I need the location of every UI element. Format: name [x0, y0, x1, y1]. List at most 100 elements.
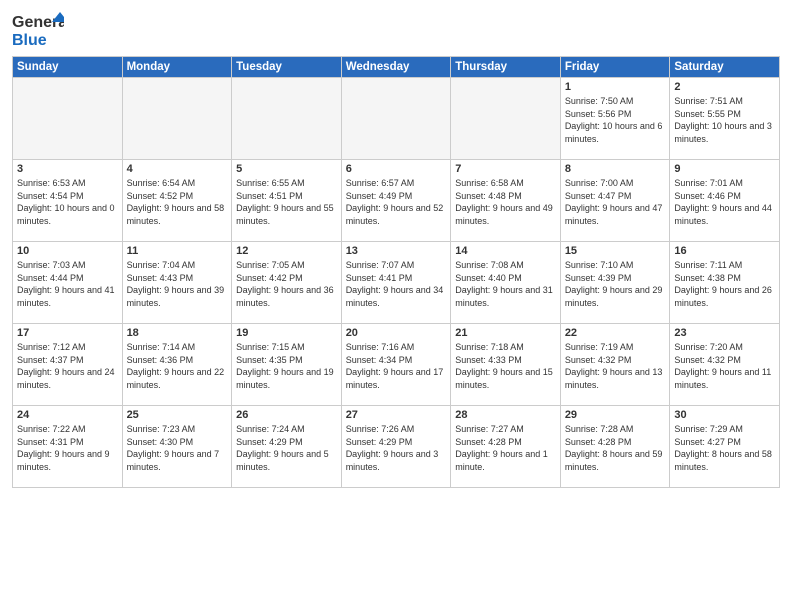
day-cell — [13, 78, 123, 160]
day-cell — [341, 78, 451, 160]
day-cell — [122, 78, 232, 160]
calendar-header-row: SundayMondayTuesdayWednesdayThursdayFrid… — [13, 57, 780, 78]
day-number: 30 — [674, 409, 775, 421]
day-number: 1 — [565, 81, 666, 93]
day-number: 17 — [17, 327, 118, 339]
week-row-4: 17 Sunrise: 7:12 AM Sunset: 4:37 PM Dayli… — [13, 324, 780, 406]
day-number: 3 — [17, 163, 118, 175]
day-number: 9 — [674, 163, 775, 175]
day-number: 24 — [17, 409, 118, 421]
day-detail: Sunrise: 7:03 AM Sunset: 4:44 PM Dayligh… — [17, 259, 118, 309]
day-number: 10 — [17, 245, 118, 257]
day-cell: 4Sunrise: 6:54 AM Sunset: 4:52 PM Daylig… — [122, 160, 232, 242]
day-number: 6 — [346, 163, 447, 175]
day-number: 13 — [346, 245, 447, 257]
day-detail: Sunrise: 7:50 AM Sunset: 5:56 PM Dayligh… — [565, 95, 666, 145]
day-detail: Sunrise: 7:22 AM Sunset: 4:31 PM Dayligh… — [17, 423, 118, 473]
day-cell: 17 Sunrise: 7:12 AM Sunset: 4:37 PM Dayli… — [13, 324, 123, 406]
day-number: 7 — [455, 163, 556, 175]
day-detail: Sunrise: 7:01 AM Sunset: 4:46 PM Dayligh… — [674, 177, 775, 227]
week-row-3: 10 Sunrise: 7:03 AM Sunset: 4:44 PM Dayli… — [13, 242, 780, 324]
col-header-tuesday: Tuesday — [232, 57, 342, 78]
week-row-5: 24 Sunrise: 7:22 AM Sunset: 4:31 PM Dayli… — [13, 406, 780, 488]
day-cell: 5 Sunrise: 6:55 AM Sunset: 4:51 PM Daylig… — [232, 160, 342, 242]
day-detail: Sunrise: 7:12 AM Sunset: 4:37 PM Dayligh… — [17, 341, 118, 391]
day-detail: Sunrise: 7:08 AM Sunset: 4:40 PM Dayligh… — [455, 259, 556, 309]
day-cell: 30 Sunrise: 7:29 AM Sunset: 4:27 PM Dayli… — [670, 406, 780, 488]
day-number: 27 — [346, 409, 447, 421]
day-cell: 28 Sunrise: 7:27 AM Sunset: 4:28 PM Dayli… — [451, 406, 561, 488]
col-header-wednesday: Wednesday — [341, 57, 451, 78]
day-cell: 14 Sunrise: 7:08 AM Sunset: 4:40 PM Dayli… — [451, 242, 561, 324]
header: General Blue — [12, 10, 780, 50]
day-detail: Sunrise: 7:05 AM Sunset: 4:42 PM Dayligh… — [236, 259, 337, 309]
day-number: 28 — [455, 409, 556, 421]
day-number: 11 — [127, 245, 228, 257]
day-detail: Sunrise: 7:07 AM Sunset: 4:41 PM Dayligh… — [346, 259, 447, 309]
day-number: 2 — [674, 81, 775, 93]
day-number: 18 — [127, 327, 228, 339]
day-cell: 29 Sunrise: 7:28 AM Sunset: 4:28 PM Dayli… — [560, 406, 670, 488]
day-number: 22 — [565, 327, 666, 339]
day-number: 25 — [127, 409, 228, 421]
day-number: 5 — [236, 163, 337, 175]
day-cell: 11 Sunrise: 7:04 AM Sunset: 4:43 PM Dayli… — [122, 242, 232, 324]
day-cell: 20Sunrise: 7:16 AM Sunset: 4:34 PM Dayli… — [341, 324, 451, 406]
day-detail: Sunrise: 7:15 AM Sunset: 4:35 PM Dayligh… — [236, 341, 337, 391]
day-detail: Sunrise: 7:04 AM Sunset: 4:43 PM Dayligh… — [127, 259, 228, 309]
day-detail: Sunrise: 7:16 AM Sunset: 4:34 PM Dayligh… — [346, 341, 447, 391]
day-detail: Sunrise: 7:29 AM Sunset: 4:27 PM Dayligh… — [674, 423, 775, 473]
day-cell: 26Sunrise: 7:24 AM Sunset: 4:29 PM Dayli… — [232, 406, 342, 488]
day-number: 8 — [565, 163, 666, 175]
day-cell: 3 Sunrise: 6:53 AM Sunset: 4:54 PM Daylig… — [13, 160, 123, 242]
day-number: 12 — [236, 245, 337, 257]
col-header-monday: Monday — [122, 57, 232, 78]
day-cell: 16Sunrise: 7:11 AM Sunset: 4:38 PM Dayli… — [670, 242, 780, 324]
day-number: 26 — [236, 409, 337, 421]
week-row-2: 3 Sunrise: 6:53 AM Sunset: 4:54 PM Daylig… — [13, 160, 780, 242]
col-header-saturday: Saturday — [670, 57, 780, 78]
day-detail: Sunrise: 7:27 AM Sunset: 4:28 PM Dayligh… — [455, 423, 556, 473]
day-detail: Sunrise: 7:14 AM Sunset: 4:36 PM Dayligh… — [127, 341, 228, 391]
page: General Blue SundayMondayTuesdayWednesda… — [0, 0, 792, 612]
logo-svg: General Blue — [12, 10, 64, 50]
day-cell: 15Sunrise: 7:10 AM Sunset: 4:39 PM Dayli… — [560, 242, 670, 324]
day-detail: Sunrise: 7:19 AM Sunset: 4:32 PM Dayligh… — [565, 341, 666, 391]
day-cell: 24 Sunrise: 7:22 AM Sunset: 4:31 PM Dayli… — [13, 406, 123, 488]
day-cell: 13 Sunrise: 7:07 AM Sunset: 4:41 PM Dayli… — [341, 242, 451, 324]
col-header-friday: Friday — [560, 57, 670, 78]
day-number: 14 — [455, 245, 556, 257]
day-detail: Sunrise: 6:55 AM Sunset: 4:51 PM Dayligh… — [236, 177, 337, 227]
day-cell: 18 Sunrise: 7:14 AM Sunset: 4:36 PM Dayli… — [122, 324, 232, 406]
day-number: 16 — [674, 245, 775, 257]
week-row-1: 1 Sunrise: 7:50 AM Sunset: 5:56 PM Daylig… — [13, 78, 780, 160]
day-number: 15 — [565, 245, 666, 257]
day-detail: Sunrise: 7:20 AM Sunset: 4:32 PM Dayligh… — [674, 341, 775, 391]
day-cell: 7Sunrise: 6:58 AM Sunset: 4:48 PM Daylig… — [451, 160, 561, 242]
day-detail: Sunrise: 7:26 AM Sunset: 4:29 PM Dayligh… — [346, 423, 447, 473]
day-detail: Sunrise: 6:53 AM Sunset: 4:54 PM Dayligh… — [17, 177, 118, 227]
day-cell: 27 Sunrise: 7:26 AM Sunset: 4:29 PM Dayli… — [341, 406, 451, 488]
day-cell: 21Sunrise: 7:18 AM Sunset: 4:33 PM Dayli… — [451, 324, 561, 406]
col-header-thursday: Thursday — [451, 57, 561, 78]
day-detail: Sunrise: 7:00 AM Sunset: 4:47 PM Dayligh… — [565, 177, 666, 227]
day-cell: 12 Sunrise: 7:05 AM Sunset: 4:42 PM Dayli… — [232, 242, 342, 324]
svg-text:Blue: Blue — [12, 32, 47, 49]
day-cell — [451, 78, 561, 160]
day-cell: 9 Sunrise: 7:01 AM Sunset: 4:46 PM Daylig… — [670, 160, 780, 242]
day-number: 29 — [565, 409, 666, 421]
day-number: 4 — [127, 163, 228, 175]
day-detail: Sunrise: 7:51 AM Sunset: 5:55 PM Dayligh… — [674, 95, 775, 145]
day-cell: 23 Sunrise: 7:20 AM Sunset: 4:32 PM Dayli… — [670, 324, 780, 406]
svg-text:General: General — [12, 14, 64, 31]
day-cell: 25Sunrise: 7:23 AM Sunset: 4:30 PM Dayli… — [122, 406, 232, 488]
day-cell: 22 Sunrise: 7:19 AM Sunset: 4:32 PM Dayli… — [560, 324, 670, 406]
logo: General Blue — [12, 10, 64, 50]
day-detail: Sunrise: 7:18 AM Sunset: 4:33 PM Dayligh… — [455, 341, 556, 391]
day-number: 23 — [674, 327, 775, 339]
day-number: 19 — [236, 327, 337, 339]
day-cell: 1 Sunrise: 7:50 AM Sunset: 5:56 PM Daylig… — [560, 78, 670, 160]
day-detail: Sunrise: 7:28 AM Sunset: 4:28 PM Dayligh… — [565, 423, 666, 473]
calendar-table: SundayMondayTuesdayWednesdayThursdayFrid… — [12, 56, 780, 488]
day-cell: 2 Sunrise: 7:51 AM Sunset: 5:55 PM Daylig… — [670, 78, 780, 160]
